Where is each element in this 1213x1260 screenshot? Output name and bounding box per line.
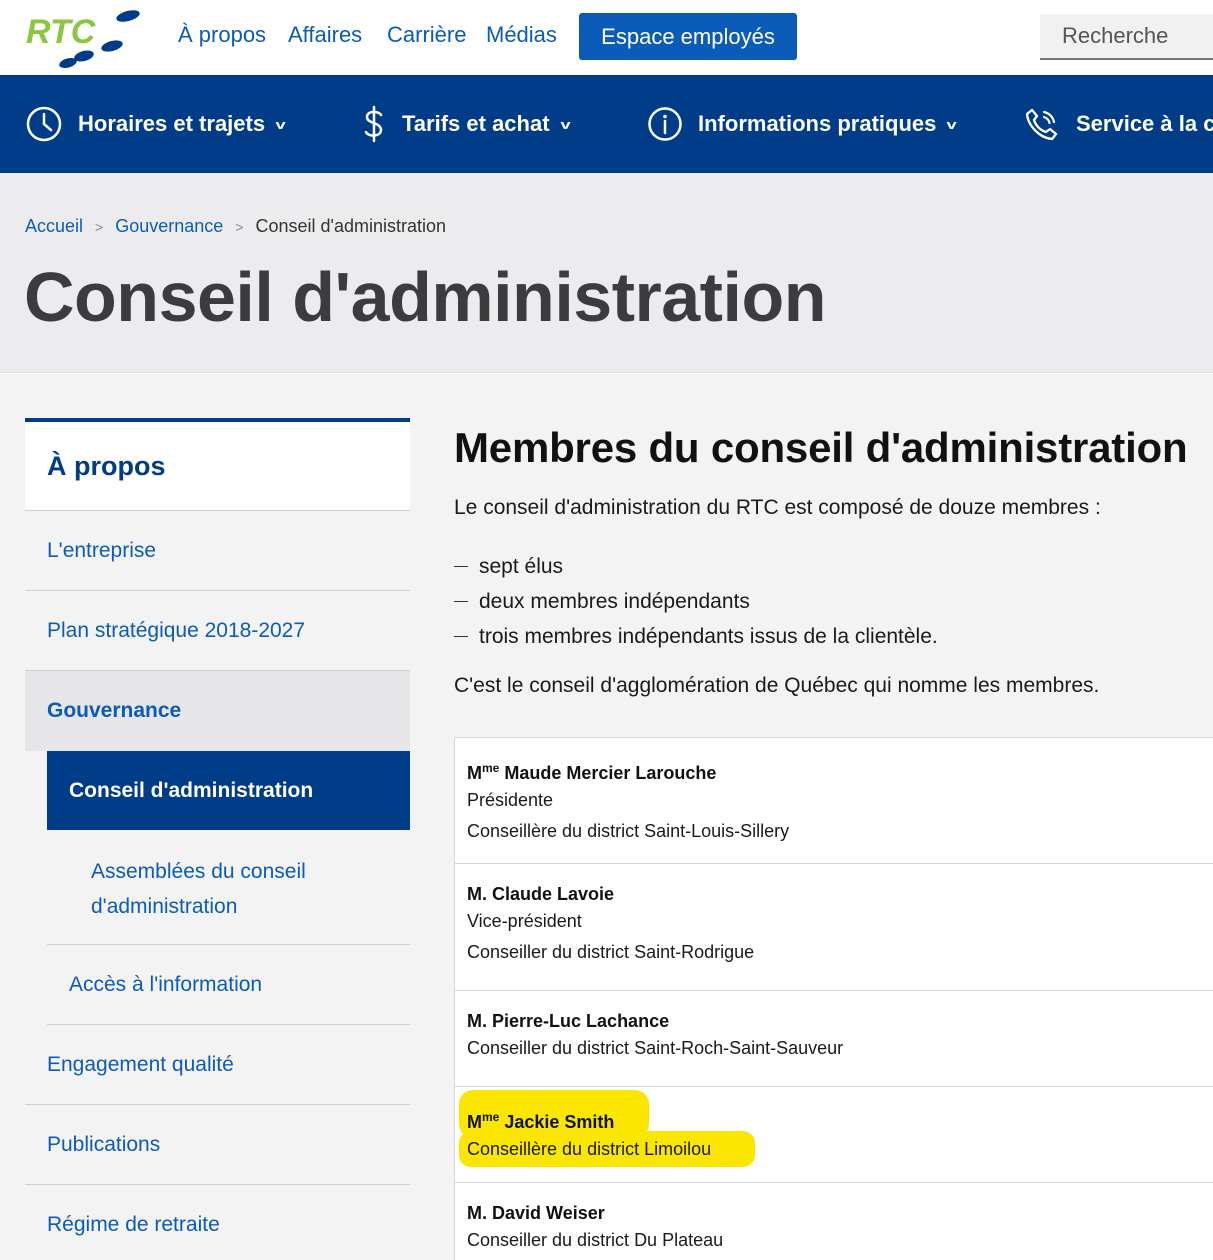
member-district: Conseillère du district Saint-Louis-Sill…: [467, 821, 790, 841]
sidebar-item-acces[interactable]: Accès à l'information: [47, 945, 410, 1025]
mainnav-tarifs-label: Tarifs et achat: [402, 111, 550, 136]
intro-text: Le conseil d'administration du RTC est c…: [454, 496, 1101, 519]
page-title: Conseil d'administration: [24, 258, 826, 336]
list-item: sept élus: [454, 549, 1213, 584]
topnav-affaires[interactable]: Affaires: [288, 22, 362, 48]
top-bar: RTC À propos Affaires Carrière Médias Es…: [0, 0, 1213, 75]
mainnav-tarifs[interactable]: Tarifs et achat v: [362, 75, 571, 173]
rtc-logo[interactable]: RTC: [22, 6, 148, 68]
main-content: Membres du conseil d'administration Le c…: [454, 424, 1213, 698]
member-district: Conseiller du district Du Plateau: [467, 1230, 724, 1250]
sidebar-item-engagement[interactable]: Engagement qualité: [25, 1025, 410, 1105]
member-district: Conseillère du district Limoilou: [467, 1139, 712, 1159]
phone-icon: [1025, 108, 1058, 141]
sidebar-item-assemblees[interactable]: Assemblées du conseil d'administration: [47, 830, 410, 945]
breadcrumb-accueil[interactable]: Accueil: [25, 216, 83, 237]
sidebar-item-publications[interactable]: Publications: [25, 1105, 410, 1185]
chevron-down-icon: v: [560, 116, 571, 132]
member-district: Conseiller du district Saint-Rodrigue: [467, 942, 755, 962]
mainnav-horaires-label: Horaires et trajets: [78, 111, 266, 136]
sidebar-submenu: Conseil d'administration Assemblées du c…: [47, 751, 410, 1025]
outro-text: C'est le conseil d'agglomération de Québ…: [454, 674, 1100, 697]
composition-list: sept élus deux membres indépendants troi…: [454, 549, 1213, 654]
dash-icon: [454, 636, 468, 637]
member-name: Mme Jackie Smith: [467, 1110, 615, 1132]
member-name: M. Pierre-Luc Lachance: [467, 1011, 670, 1031]
member-card: M. Pierre-Luc Lachance Conseiller du dis…: [455, 991, 1213, 1087]
member-role: Vice-président: [467, 911, 582, 931]
member-role: Présidente: [467, 790, 554, 810]
clock-icon: [26, 106, 62, 142]
member-card: Mme Maude Mercier Larouche Présidente Co…: [455, 738, 1213, 864]
logo-text: RTC: [26, 13, 96, 51]
chevron-right-icon: >: [95, 218, 104, 235]
list-item-text: deux membres indépendants: [479, 590, 750, 613]
list-item: trois membres indépendants issus de la c…: [454, 619, 1213, 654]
dash-icon: [454, 601, 468, 602]
info-icon: [648, 107, 682, 141]
member-name: M. Claude Lavoie: [467, 884, 615, 904]
members-list: Mme Maude Mercier Larouche Présidente Co…: [454, 737, 1213, 1260]
breadcrumb: Accueil > Gouvernance > Conseil d'admini…: [25, 216, 446, 237]
topnav-medias[interactable]: Médias: [486, 22, 557, 48]
mainnav-service[interactable]: Service à la cli: [1024, 75, 1213, 173]
member-name: M. David Weiser: [467, 1203, 605, 1223]
mainnav-infos[interactable]: Informations pratiques v: [648, 75, 958, 173]
member-card-highlighted: Mme Jackie Smith Conseillère du district…: [455, 1087, 1213, 1183]
sidebar-item-plan[interactable]: Plan stratégique 2018-2027: [25, 591, 410, 671]
sidebar-item-conseil[interactable]: Conseil d'administration: [47, 751, 410, 830]
list-item-text: trois membres indépendants issus de la c…: [479, 625, 938, 648]
breadcrumb-gouvernance[interactable]: Gouvernance: [115, 216, 223, 237]
main-nav: Horaires et trajets v Tarifs et achat v …: [0, 75, 1213, 173]
content-area: À propos L'entreprise Plan stratégique 2…: [0, 374, 1213, 1260]
search-input[interactable]: Recherche: [1040, 14, 1213, 60]
chevron-down-icon: v: [275, 116, 286, 132]
dash-icon: [454, 566, 468, 567]
sidebar-item-entreprise[interactable]: L'entreprise: [25, 511, 410, 591]
breadcrumb-current: Conseil d'administration: [255, 216, 447, 236]
mainnav-infos-label: Informations pratiques: [698, 111, 937, 136]
topnav-carriere[interactable]: Carrière: [387, 22, 466, 48]
chevron-down-icon: v: [946, 116, 958, 132]
member-card: M. Claude Lavoie Vice-président Conseill…: [455, 864, 1213, 991]
chevron-right-icon: >: [235, 218, 244, 235]
mainnav-service-label: Service à la cli: [1076, 111, 1213, 136]
topnav-apropos[interactable]: À propos: [178, 22, 266, 48]
member-card: M. David Weiser Conseiller du district D…: [455, 1183, 1213, 1260]
dollar-icon: [364, 105, 383, 143]
mainnav-horaires[interactable]: Horaires et trajets v: [26, 75, 286, 173]
sidebar: À propos L'entreprise Plan stratégique 2…: [25, 418, 410, 1260]
employee-space-button[interactable]: Espace employés: [579, 13, 797, 60]
member-district: Conseiller du district Saint-Roch-Saint-…: [467, 1038, 844, 1058]
section-heading: Membres du conseil d'administration: [454, 424, 1188, 471]
sidebar-item-gouvernance[interactable]: Gouvernance: [25, 671, 410, 751]
member-name: Mme Maude Mercier Larouche: [467, 761, 717, 783]
list-item-text: sept élus: [479, 555, 564, 578]
sidebar-item-retraite[interactable]: Régime de retraite: [25, 1185, 410, 1260]
page-hero: Accueil > Gouvernance > Conseil d'admini…: [0, 173, 1213, 373]
list-item: deux membres indépendants: [454, 584, 1213, 619]
sidebar-heading[interactable]: À propos: [25, 418, 410, 511]
